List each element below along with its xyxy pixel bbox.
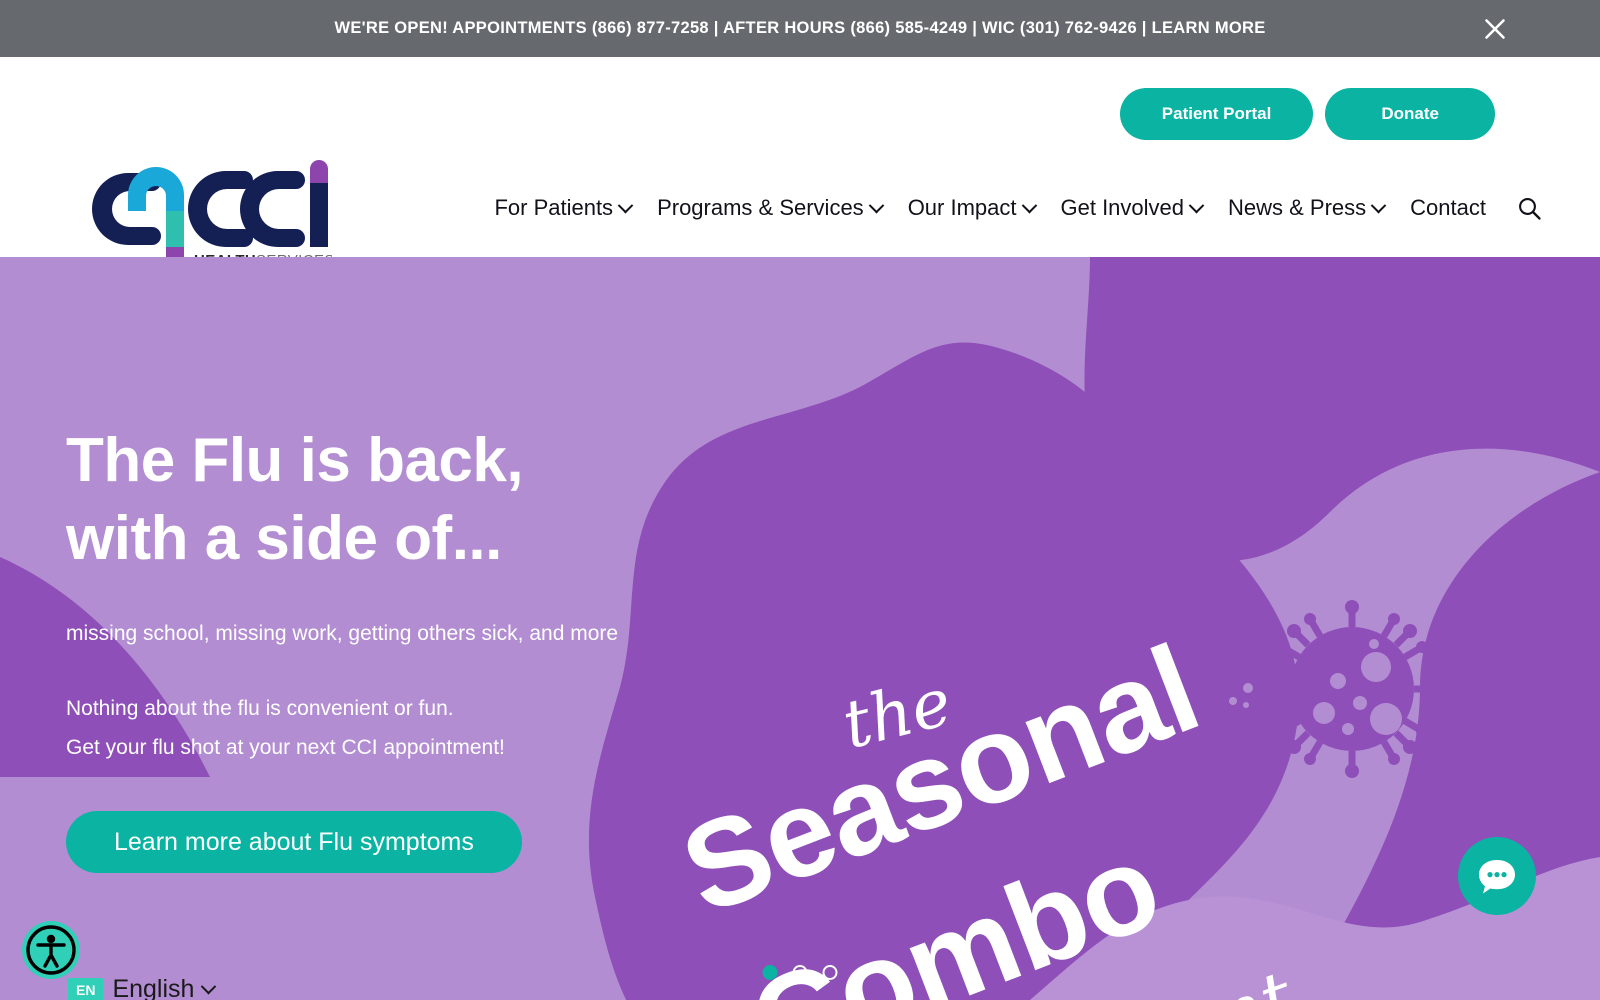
nav-label: For Patients [494,195,614,220]
carousel-dot-1[interactable] [762,965,778,980]
chevron-down-icon [868,197,884,213]
search-icon[interactable] [1516,195,1542,221]
main-navigation: For Patients Programs & Services Our Imp… [494,195,1542,221]
alert-banner-text[interactable]: WE'RE OPEN! APPOINTMENTS (866) 877-7258 … [334,19,1265,38]
learn-more-flu-symptoms-button[interactable]: Learn more about Flu symptoms [66,811,522,874]
nav-label: Our Impact [907,195,1017,220]
chevron-down-icon [1370,197,1387,213]
chevron-down-icon [617,197,634,213]
hero-title: The Flu is back, with a side of... [66,422,706,578]
nav-label: Contact [1410,195,1486,220]
nav-item-contact[interactable]: Contact [1410,195,1486,221]
chevron-down-icon [1021,197,1037,213]
nav-item-for-patients[interactable]: For Patients [494,195,634,221]
hero-title-line2: with a side of... [66,504,502,574]
language-selector[interactable]: EN English [68,975,217,1000]
carousel-dot-3[interactable] [822,965,838,980]
logo[interactable]: HEALTH SERVICES [66,135,332,269]
carousel-dot-2[interactable] [792,965,808,980]
header-action-buttons: Patient Portal Donate [1119,88,1495,140]
site-header: HEALTH SERVICES Patient Portal Donate Fo… [0,57,1600,269]
hero-body-line2: Get your flu shot at your next CCI appoi… [66,735,505,759]
chevron-down-icon [1188,197,1205,213]
chevron-down-icon [201,978,217,995]
nav-label: Get Involved [1060,195,1185,220]
chat-bubble-icon[interactable] [1458,837,1536,915]
language-name: English [112,975,195,1000]
carousel-dots [762,965,838,980]
language-code-badge: EN [68,977,104,1000]
patient-portal-button[interactable]: Patient Portal [1119,88,1314,140]
hero-body: Nothing about the flu is convenient or f… [66,690,706,768]
nav-item-get-involved[interactable]: Get Involved [1060,195,1205,221]
nav-item-programs-services[interactable]: Programs & Services [657,195,884,221]
close-icon[interactable] [1482,16,1508,42]
hero-subtitle: missing school, missing work, getting ot… [66,622,619,646]
nav-item-news-press[interactable]: News & Press [1228,195,1387,221]
hero-body-line1: Nothing about the flu is convenient or f… [66,696,454,720]
nav-label: Programs & Services [657,195,864,220]
hero-content: The Flu is back, with a side of... missi… [66,422,706,874]
page-root: WE'RE OPEN! APPOINTMENTS (866) 877-7258 … [0,0,1600,1000]
hero-title-line1: The Flu is back, [66,426,524,495]
accessibility-icon[interactable] [22,921,80,979]
alert-banner: WE'RE OPEN! APPOINTMENTS (866) 877-7258 … [0,0,1600,57]
nav-item-our-impact[interactable]: Our Impact [907,195,1037,221]
donate-button[interactable]: Donate [1325,88,1495,140]
hero-section: the Seasonal Combo you don't want The Fl… [0,257,1600,1000]
nav-label: News & Press [1228,195,1367,220]
